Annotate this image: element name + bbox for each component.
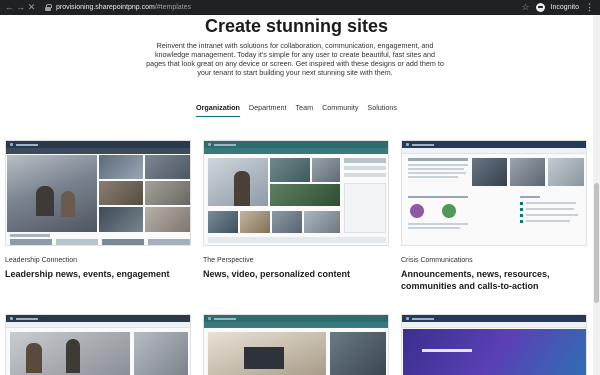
intro-text: Reinvent the intranet with solutions for…: [146, 41, 444, 77]
address-bar[interactable]: provisioning.sharepointpnp.com/#template…: [56, 4, 191, 11]
template-card[interactable]: [5, 314, 191, 375]
close-icon[interactable]: ✕: [26, 0, 37, 15]
template-preview[interactable]: [5, 314, 191, 375]
lock-icon[interactable]: [45, 4, 52, 11]
category-tabs: Organization Department Team Community S…: [0, 103, 593, 117]
template-preview[interactable]: [203, 314, 389, 375]
preview-nav: [204, 322, 388, 328]
template-title[interactable]: News, video, personalized content: [203, 268, 389, 280]
preview-nav: [204, 148, 388, 154]
template-category: Crisis Communications: [401, 257, 473, 264]
preview-nav: [402, 148, 586, 154]
template-preview[interactable]: [5, 140, 191, 246]
preview-suitebar: [402, 315, 586, 322]
browser-toolbar: ← → ✕ provisioning.sharepointpnp.com/#te…: [0, 0, 600, 15]
template-card[interactable]: The Perspective News, video, personalize…: [203, 140, 389, 280]
template-card[interactable]: [203, 314, 389, 375]
page-title: Create stunning sites: [204, 16, 389, 36]
incognito-icon[interactable]: [535, 3, 545, 12]
url-host: provisioning.sharepointpnp.com: [56, 4, 155, 11]
template-title[interactable]: Announcements, news, resources, communit…: [401, 268, 587, 292]
more-icon[interactable]: ⋮: [585, 2, 594, 13]
preview-nav: [402, 322, 586, 328]
tab-solutions[interactable]: Solutions: [367, 103, 397, 117]
template-category: The Perspective: [203, 257, 254, 264]
preview-suitebar: [402, 141, 586, 148]
back-icon[interactable]: ←: [4, 0, 15, 15]
preview-suitebar: [204, 315, 388, 322]
template-card[interactable]: Crisis Communications Announcements, new…: [401, 140, 587, 292]
template-preview[interactable]: [401, 314, 587, 375]
scrollbar-thumb[interactable]: [594, 183, 599, 303]
forward-icon[interactable]: →: [15, 0, 26, 15]
tab-department[interactable]: Department: [249, 103, 287, 117]
page-scrollbar[interactable]: [593, 15, 600, 375]
incognito-label[interactable]: Incognito: [551, 4, 579, 11]
template-card[interactable]: [401, 314, 587, 375]
template-preview[interactable]: [401, 140, 587, 246]
template-category: Leadership Connection: [5, 257, 77, 264]
preview-suitebar: [204, 141, 388, 148]
tab-team[interactable]: Team: [295, 103, 313, 117]
preview-suitebar: [6, 315, 190, 322]
tab-community[interactable]: Community: [322, 103, 358, 117]
url-path: /#templates: [154, 4, 192, 11]
star-icon[interactable]: ☆: [522, 2, 530, 13]
tab-organization[interactable]: Organization: [195, 103, 240, 117]
preview-suitebar: [6, 141, 190, 148]
template-card[interactable]: Leadership Connection Leadership news, e…: [5, 140, 191, 280]
template-title[interactable]: Leadership news, events, engagement: [5, 268, 191, 280]
template-preview[interactable]: [203, 140, 389, 246]
preview-nav: [6, 148, 190, 154]
preview-nav: [6, 322, 190, 328]
